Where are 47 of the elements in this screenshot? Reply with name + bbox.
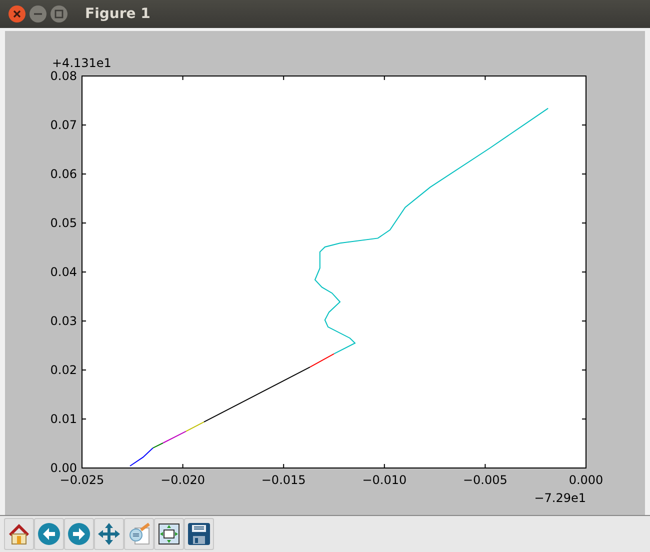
tick-label: −0.010 — [362, 473, 407, 487]
tick-mark — [582, 222, 586, 224]
tick-label: 0.03 — [50, 314, 77, 328]
tick-mark — [182, 76, 184, 80]
tick-mark — [82, 124, 86, 126]
tick-label: 0.08 — [50, 69, 77, 83]
axis-offset-label: −7.29e1 — [534, 491, 586, 505]
tick-label: 0.000 — [568, 473, 604, 487]
tick-mark — [484, 464, 486, 468]
tick-label: 0.01 — [50, 412, 77, 426]
tick-mark — [182, 464, 184, 468]
forward-button[interactable] — [64, 518, 94, 550]
subplots-button[interactable] — [154, 518, 184, 550]
frame-arrows-icon — [157, 522, 181, 546]
pan-button[interactable] — [94, 518, 124, 550]
tick-mark — [384, 76, 385, 80]
tick-mark — [582, 418, 586, 420]
tick-label: −0.020 — [160, 473, 205, 487]
tick-label: 0.04 — [50, 265, 77, 279]
magnifier-icon — [127, 522, 151, 546]
tick-label: 0.05 — [50, 216, 77, 230]
tick-label: 0.07 — [50, 118, 77, 132]
back-button[interactable] — [34, 518, 64, 550]
home-button[interactable] — [4, 518, 34, 550]
tick-label: −0.005 — [463, 473, 508, 487]
tick-label: 0.02 — [50, 363, 77, 377]
tick-mark — [283, 464, 284, 468]
tick-mark — [82, 222, 86, 224]
minimize-icon[interactable] — [29, 5, 47, 23]
axis-offset-label: +4.131e1 — [52, 56, 112, 70]
save-button[interactable] — [184, 518, 214, 550]
tick-label: −0.025 — [60, 473, 104, 487]
tick-mark — [484, 76, 486, 80]
tick-label: 0.00 — [50, 461, 77, 475]
tick-mark — [283, 76, 284, 80]
maximize-icon[interactable] — [50, 5, 68, 23]
tick-mark — [82, 418, 86, 420]
house-icon — [7, 522, 31, 546]
tick-label: −0.015 — [261, 473, 306, 487]
tick-mark — [582, 320, 586, 322]
move-arrows-icon — [97, 522, 121, 546]
tick-mark — [384, 464, 385, 468]
window-title: Figure 1 — [85, 6, 150, 22]
tick-mark — [582, 124, 586, 126]
tick-mark — [82, 320, 86, 322]
tick-label: 0.06 — [50, 167, 77, 181]
close-icon[interactable] — [8, 5, 26, 23]
